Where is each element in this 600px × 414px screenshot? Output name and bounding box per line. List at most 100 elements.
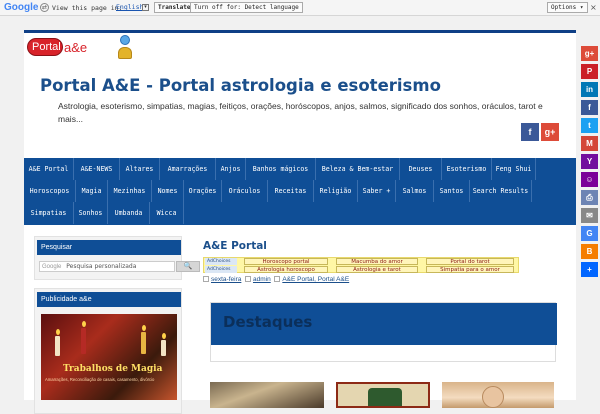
candle-icon [81,328,86,354]
candle-icon [141,332,146,354]
share-gmail-icon[interactable]: M [581,136,598,151]
nav-item[interactable]: Deuses [400,158,442,180]
options-button[interactable]: Options ▾ [547,2,588,13]
nav-item[interactable]: Simpatias [24,202,74,224]
chevron-down-icon[interactable]: ▾ [142,4,149,11]
share-twitter-icon[interactable]: t [581,118,598,133]
candle-icon [161,340,166,356]
search-widget: Pesquisar Google Pesquisa personalizada … [34,236,200,280]
share-pinterest-icon[interactable]: P [581,64,598,79]
ad-link[interactable]: Astrologia horoscopo [244,266,328,273]
nav-item[interactable]: Salmos [396,180,434,202]
post-date[interactable]: sexta-feira [211,276,241,283]
share-yahoo-messenger-icon[interactable]: ☺ [581,172,598,187]
flame-icon [55,329,60,335]
user-icon [244,276,251,282]
ad-link[interactable]: Astrologia e tarot [336,266,418,273]
nav-item[interactable]: Religião [314,180,358,202]
share-google-bookmarks-icon[interactable]: G [581,226,598,241]
share-facebook-icon[interactable]: f [581,100,598,115]
featured-title: Destaques [223,313,313,331]
share-yahoo-mail-icon[interactable]: Y [581,154,598,169]
translate-button[interactable]: Translate [154,2,195,13]
nav-item[interactable]: Search Results [470,180,532,202]
featured-header: Destaques [211,303,557,345]
nav-item[interactable]: A&E Portal [24,158,74,180]
crystal-ball-icon [120,35,130,45]
adchoices-label[interactable]: AdChoices [205,266,237,273]
ad-link[interactable]: Portal do tarot [426,258,514,265]
flame-icon [161,333,166,339]
candle-icon [55,336,60,356]
nav-item[interactable]: Santos [434,180,470,202]
nav-item[interactable]: Wicca [150,202,184,224]
nav-item[interactable]: Mezinhas [108,180,152,202]
search-placeholder: Pesquisa personalizada [66,263,137,270]
translate-icon: ⇄ [40,3,49,12]
nav-item[interactable]: Anjos [216,158,246,180]
page-wrapper: Portal a&e Portal A&E - Portal astrologi… [24,30,576,414]
ad-widget-title: Publicidade a&e [37,292,181,307]
language-select[interactable]: English [116,3,143,11]
logo-pill: Portal [27,38,63,56]
thumb-figure-icon [368,388,402,406]
nav-item[interactable]: Saber + [358,180,396,202]
nav-item[interactable]: Beleza & Bem-estar [316,158,400,180]
share-email-icon[interactable]: ✉ [581,208,598,223]
share-print-icon[interactable]: ⎙ [581,190,598,205]
thumb-face-icon [482,386,504,408]
main-content: A&E Portal AdChoices AdChoices Horoscopo… [202,236,572,408]
nav-item[interactable]: Oráculos [222,180,268,202]
facebook-icon[interactable]: f [521,123,539,141]
post-title[interactable]: A&E Portal [203,240,267,252]
share-more-share-icon[interactable]: + [581,262,598,277]
featured-thumb[interactable] [442,382,554,408]
post-categories[interactable]: A&E Portal, Portal A&E [282,276,349,283]
translate-prompt: View this page in: [52,4,123,12]
folder-icon [274,276,281,282]
search-button[interactable]: 🔍 [176,261,200,272]
close-icon[interactable]: × [590,3,597,12]
share-blogger-icon[interactable]: B [581,244,598,259]
nav-item[interactable]: Nomes [152,180,184,202]
search-icon: 🔍 [183,262,193,270]
featured-box: Destaques [210,302,557,362]
share-linkedin-icon[interactable]: in [581,82,598,97]
turn-off-button[interactable]: Turn off for: Detect language [190,2,303,13]
ad-link[interactable]: Horoscopo portal [244,258,328,265]
crystal-ball-base-icon [118,47,132,59]
ad-subtext: Amarrações, Reconciliação de casais, cas… [45,377,155,382]
featured-thumb[interactable] [210,382,324,408]
ad-link[interactable]: Simpatia para o amor [426,266,514,273]
post-author[interactable]: admin [253,276,271,283]
ad-banner-image[interactable]: Trabalhos de Magia Amarrações, Reconcili… [41,314,177,400]
nav-item[interactable]: Altares [120,158,160,180]
site-description: Astrologia, esoterismo, simpatias, magia… [58,101,543,124]
nav-item[interactable]: Orações [184,180,222,202]
nav-item[interactable]: Umbanda [108,202,150,224]
ad-widget: Publicidade a&e Trabalhos de Magia Amarr… [34,288,182,414]
nav-item[interactable]: Receitas [268,180,314,202]
ad-heading: Trabalhos de Magia [63,364,163,374]
nav-item[interactable]: Horoscopos [24,180,76,202]
site-title[interactable]: Portal A&E - Portal astrologia e esoteri… [40,76,441,95]
nav-item[interactable]: Feng Shui [492,158,536,180]
post-meta: sexta-feira admin A&E Portal, Portal A&E [203,276,349,283]
nav-item[interactable]: Amarrações [160,158,216,180]
nav-item[interactable]: Magia [76,180,108,202]
search-input[interactable]: Google Pesquisa personalizada [39,261,175,272]
nav-item[interactable]: Banhos mágicos [246,158,316,180]
share-google-plus-icon[interactable]: g+ [581,46,598,61]
featured-thumb[interactable] [336,382,430,408]
site-logo[interactable]: Portal a&e [26,33,134,63]
ad-links-unit: AdChoices AdChoices Horoscopo portal Mac… [203,257,519,273]
adchoices-label[interactable]: AdChoices [205,258,237,265]
nav-item[interactable]: A&E-NEWS [74,158,120,180]
logo-text: a&e [64,40,88,55]
nav-item[interactable]: Sonhos [74,202,108,224]
search-widget-title: Pesquisar [37,240,181,255]
main-nav: A&E Portal A&E-NEWS Altares Amarrações Anjos… [24,158,576,225]
nav-item[interactable]: Esoterismo [442,158,492,180]
ad-link[interactable]: Macumba do amor [336,258,418,265]
google-plus-icon[interactable]: g+ [541,123,559,141]
